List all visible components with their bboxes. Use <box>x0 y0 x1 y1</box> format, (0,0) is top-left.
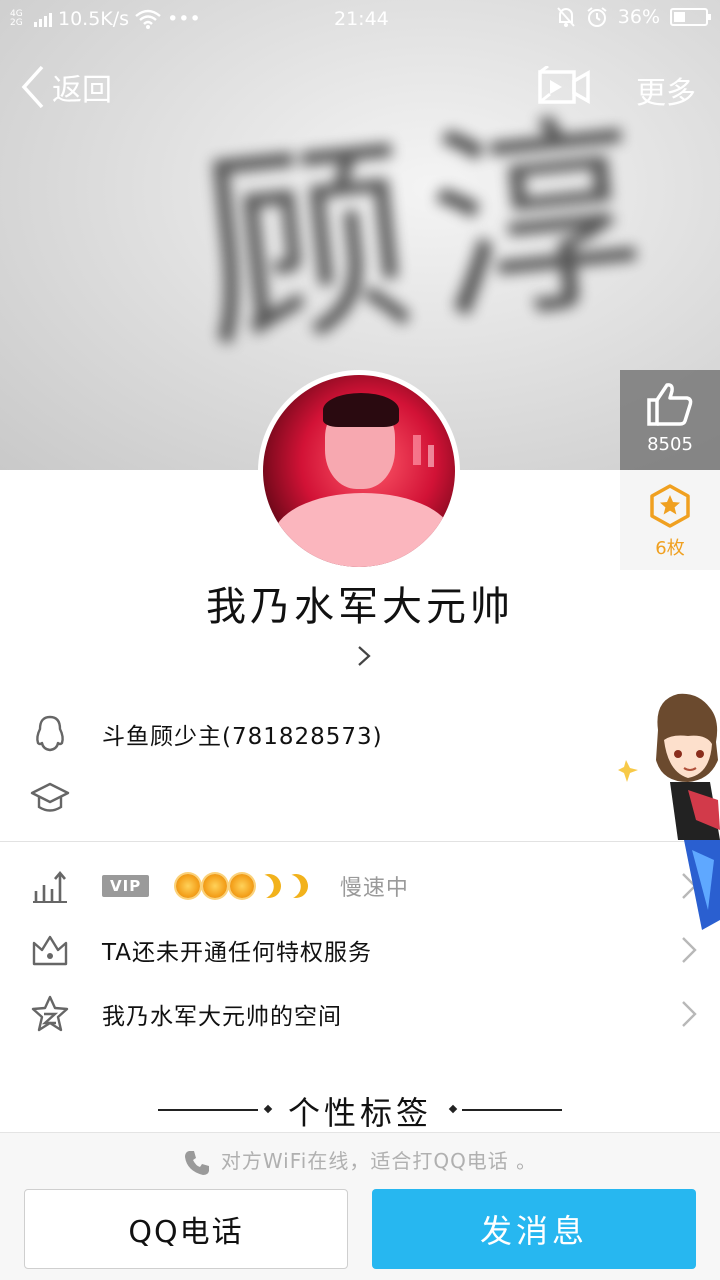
send-message-button[interactable]: 发消息 <box>372 1189 696 1269</box>
sun-icon <box>229 874 254 898</box>
bottom-action-bar: 对方WiFi在线，适合打QQ电话 。 QQ电话 发消息 <box>0 1132 720 1280</box>
sun-icon <box>202 874 227 898</box>
chevron-right-icon <box>682 1001 697 1027</box>
like-count: 8505 <box>647 434 693 455</box>
crown-icon <box>30 930 70 970</box>
privilege-row[interactable]: TA还未开通任何特权服务 <box>0 920 720 980</box>
penguin-icon <box>30 714 70 754</box>
chevron-down-icon[interactable] <box>356 644 372 668</box>
phone-icon <box>184 1150 209 1175</box>
status-dots: ••• <box>167 8 201 30</box>
wifi-icon <box>135 9 161 29</box>
video-call-icon[interactable] <box>538 66 590 106</box>
medal-count: 6枚 <box>655 538 685 559</box>
more-button[interactable]: 更多 <box>636 68 696 112</box>
medal-button[interactable]: 6枚 <box>620 470 720 570</box>
status-bar: 4G 2G 10.5K/s ••• 21:44 36% <box>0 0 720 38</box>
network-type: 4G 2G <box>10 9 23 28</box>
tags-line-right <box>462 1109 562 1111</box>
thumbs-up-icon <box>647 383 693 426</box>
network-speed: 10.5K/s <box>58 8 130 30</box>
like-button[interactable]: 8505 <box>620 370 720 470</box>
level-chart-icon <box>30 866 70 906</box>
back-button[interactable]: 返回 <box>20 64 112 110</box>
vip-speed-status: 慢速中 <box>339 876 409 901</box>
avatar[interactable] <box>258 370 460 572</box>
wifi-online-hint: 对方WiFi在线，适合打QQ电话 。 <box>0 1145 720 1177</box>
space-text: 我乃水军大元帅的空间 <box>102 1004 342 1030</box>
divider <box>0 841 720 842</box>
privilege-text: TA还未开通任何特权服务 <box>102 940 372 966</box>
vip-badge: VIP <box>102 875 150 897</box>
qq-info-text: 斗鱼顾少主(781828573) <box>102 724 383 750</box>
signal-icon <box>34 11 52 27</box>
qq-call-button[interactable]: QQ电话 <box>24 1189 348 1269</box>
moon-icon <box>253 871 284 902</box>
battery-icon <box>670 8 711 26</box>
chevron-left-icon <box>21 65 44 109</box>
qq-info-row: 斗鱼顾少主(781828573) <box>0 704 720 764</box>
back-label: 返回 <box>52 73 112 108</box>
medal-star-icon <box>650 484 690 528</box>
sun-icon <box>175 874 200 898</box>
qzone-star-icon <box>30 994 70 1034</box>
school-row <box>0 768 720 828</box>
space-row[interactable]: 我乃水军大元帅的空间 <box>0 984 720 1044</box>
vip-row[interactable]: VIP 慢速中 <box>0 856 720 916</box>
graduation-cap-icon <box>30 778 70 818</box>
wifi-online-text: 对方WiFi在线，适合打QQ电话 。 <box>220 1149 538 1173</box>
mute-bell-icon <box>557 7 575 27</box>
moon-icon <box>280 871 311 902</box>
tags-title: 个性标签 <box>287 1094 432 1132</box>
qq-level-icons <box>175 874 308 898</box>
battery-percent: 36% <box>617 6 660 28</box>
nickname: 我乃水军大元帅 <box>206 584 514 630</box>
alarm-icon <box>587 7 607 27</box>
clock: 21:44 <box>334 8 389 30</box>
cartoon-sticker[interactable] <box>618 690 720 940</box>
